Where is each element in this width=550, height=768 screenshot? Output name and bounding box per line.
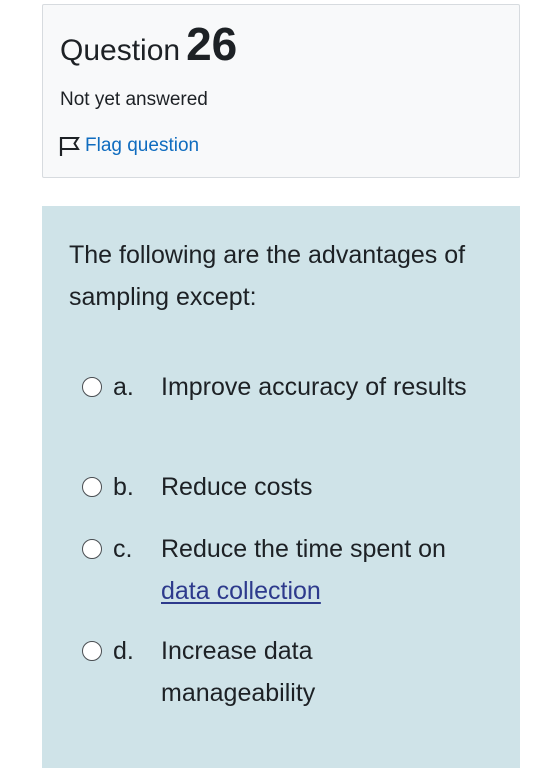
radio-button-b[interactable]	[82, 477, 102, 497]
answer-text-d[interactable]: Increase data manageability	[161, 630, 471, 714]
answer-letter-c: c.	[113, 535, 133, 563]
answer-option-d[interactable]: d. Increase data manageability	[82, 630, 471, 714]
answer-option-c[interactable]: c. Reduce the time spent on data collect…	[82, 528, 471, 612]
question-heading: Question 26	[60, 17, 237, 71]
answer-option-a[interactable]: a. Improve accuracy of results	[82, 366, 471, 408]
question-text: The following are the advantages of samp…	[69, 241, 466, 311]
glossary-link-data-collection[interactable]: data collection	[161, 577, 321, 605]
answer-text-c[interactable]: Reduce the time spent on data collection	[161, 528, 471, 612]
radio-button-d[interactable]	[82, 641, 102, 661]
answer-option-b[interactable]: b. Reduce costs	[82, 466, 471, 508]
answer-text-b[interactable]: Reduce costs	[161, 466, 471, 508]
answer-text-a[interactable]: Improve accuracy of results	[161, 366, 471, 408]
answer-letter-a: a.	[113, 373, 134, 401]
radio-button-c[interactable]	[82, 539, 102, 559]
answer-letter-d: d.	[113, 637, 134, 665]
flag-question-link[interactable]: Flag question	[58, 135, 199, 157]
question-formulation: The following are the advantages of samp…	[42, 206, 520, 768]
answer-text-c-main[interactable]: Reduce the time spent on	[161, 535, 446, 563]
answer-letter-b: b.	[113, 473, 134, 501]
question-number: 26	[186, 18, 238, 70]
radio-button-a[interactable]	[82, 377, 102, 397]
flag-icon[interactable]	[58, 135, 82, 157]
flag-question-label[interactable]: Flag question	[85, 135, 199, 157]
question-state: Not yet answered	[60, 89, 208, 110]
question-label: Question	[60, 34, 181, 67]
question-info-card: Question 26 Not yet answered Flag questio…	[42, 4, 520, 178]
